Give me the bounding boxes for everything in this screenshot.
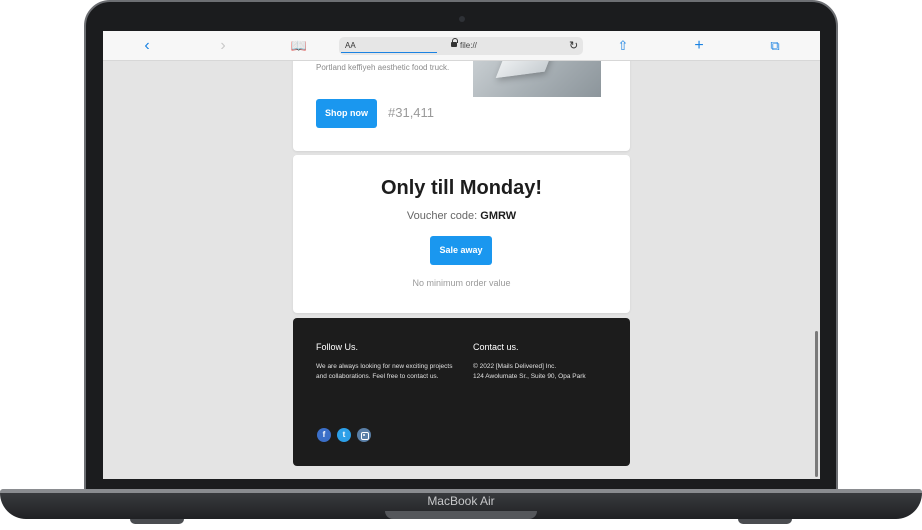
footer: Follow Us. We are always looking for new… — [293, 318, 630, 466]
model-label: MacBook Air — [427, 494, 495, 508]
load-progress — [341, 52, 437, 53]
voucher-title: Only till Monday! — [380, 177, 543, 199]
facebook-icon[interactable]: f — [317, 428, 331, 442]
lock-icon — [451, 38, 458, 48]
follow-text: We are always looking for new exciting p… — [316, 363, 453, 380]
new-tab-icon[interactable]: + — [690, 37, 708, 55]
instagram-icon[interactable] — [357, 428, 371, 442]
product-description: Portland keffiyeh aesthetic food truck. — [316, 63, 450, 72]
address-bar[interactable]: AA file:// ↻ — [339, 37, 583, 55]
contact-address: 124 Awolumate Sr., Suite 90, Opa Park — [473, 373, 586, 380]
voucher-code-label: Voucher code: — [406, 210, 478, 222]
forward-icon[interactable]: › — [214, 37, 232, 55]
shop-now-button[interactable]: Shop now — [316, 99, 377, 128]
screen: Portland keffiyeh aesthetic food truck. … — [103, 31, 820, 479]
voucher-code-line: Voucher code: GMRW — [293, 210, 630, 222]
base-notch — [385, 511, 537, 519]
laptop-base-edge — [0, 489, 922, 493]
reader-aa-button[interactable]: AA — [345, 41, 356, 50]
laptop-foot-right — [738, 519, 792, 524]
url-text[interactable]: file:// — [460, 41, 477, 50]
camera — [459, 16, 465, 22]
laptop-foot-left — [130, 519, 184, 524]
contact-heading: Contact us. — [473, 342, 519, 352]
voucher-code: GMRW — [480, 210, 517, 222]
contact-copyright: © 2022 [Mails Delivered] Inc. — [473, 363, 557, 370]
scrollbar[interactable] — [815, 331, 818, 477]
reload-icon[interactable]: ↻ — [569, 39, 578, 52]
voucher-card: Only till Monday! Voucher code: GMRW Sal… — [293, 155, 630, 313]
share-icon[interactable]: ⇧ — [614, 37, 632, 55]
back-icon[interactable]: ‹ — [138, 37, 156, 55]
browser-toolbar: ‹ › 📖 AA file:// ↻ ⇧ + ⧉ — [103, 31, 820, 61]
sale-away-button[interactable]: Sale away — [430, 236, 492, 265]
bookmarks-icon[interactable]: 📖 — [290, 37, 308, 55]
follow-heading: Follow Us. — [316, 342, 359, 352]
tabs-icon[interactable]: ⧉ — [766, 37, 784, 55]
voucher-note: No minimum order value — [412, 278, 511, 288]
product-id: #31,411 — [388, 105, 435, 120]
twitter-icon[interactable]: t — [337, 428, 351, 442]
